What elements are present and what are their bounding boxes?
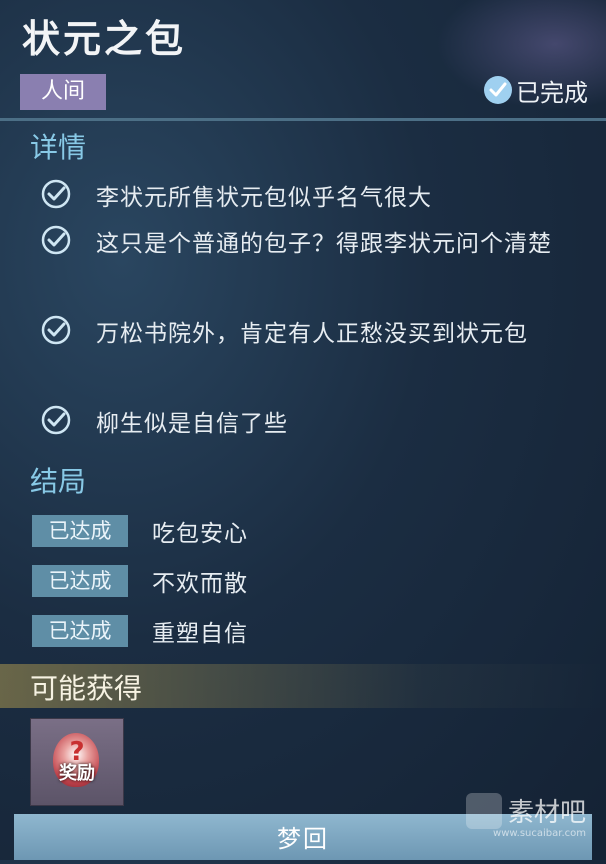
ending-name: 吃包安心	[152, 521, 248, 547]
watermark-url: www.sucaibar.com	[493, 828, 586, 839]
check-circle-icon	[484, 76, 512, 104]
detail-item: 这只是个普通的包子？得跟李状元问个清楚	[40, 222, 600, 266]
watermark: 素材吧 www.sucaibar.com	[465, 792, 586, 839]
detail-item-text: 柳生似是自信了些	[96, 411, 288, 437]
detail-item-text: 李状元所售状元包似乎名气很大	[96, 185, 432, 211]
check-icon	[40, 314, 72, 346]
completion-status: 已完成	[484, 72, 588, 108]
reward-item[interactable]: ? 奖励	[30, 718, 124, 806]
details-heading: 详情	[30, 131, 87, 164]
endings-heading: 结局	[30, 465, 87, 498]
detail-item-text: 这只是个普通的包子？得跟李状元问个清楚	[96, 231, 552, 257]
divider	[0, 118, 606, 121]
detail-item: 柳生似是自信了些	[40, 402, 600, 446]
check-icon	[40, 178, 72, 210]
reward-label: 奖励	[59, 763, 95, 784]
rewards-heading: 可能获得	[30, 672, 143, 705]
ending-row: 已达成 不欢而散	[32, 564, 248, 598]
quest-title: 状元之包	[22, 16, 187, 61]
status-label: 已完成	[516, 78, 588, 107]
detail-item: 李状元所售状元包似乎名气很大	[40, 176, 600, 220]
quest-tag: 人间	[20, 74, 106, 110]
achieved-badge: 已达成	[32, 515, 128, 547]
ending-row: 已达成 吃包安心	[32, 514, 248, 548]
check-icon	[40, 224, 72, 256]
check-icon	[40, 404, 72, 436]
ending-row: 已达成 重塑自信	[32, 614, 248, 648]
detail-item-text: 万松书院外，肯定有人正愁没买到状元包	[96, 321, 528, 347]
achieved-badge: 已达成	[32, 615, 128, 647]
achieved-badge: 已达成	[32, 565, 128, 597]
watermark-name: 素材吧	[507, 798, 586, 828]
watermark-logo-icon	[465, 792, 502, 829]
ending-name: 不欢而散	[152, 571, 248, 597]
detail-item: 万松书院外，肯定有人正愁没买到状元包	[40, 312, 600, 356]
ending-name: 重塑自信	[152, 621, 248, 647]
